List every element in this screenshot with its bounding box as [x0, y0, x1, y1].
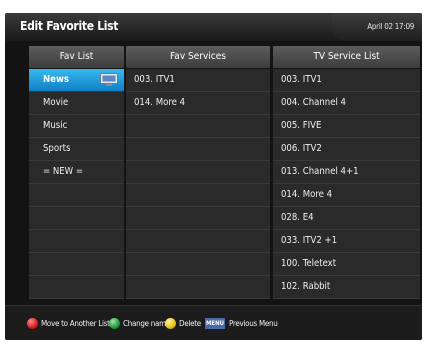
tv-service-item[interactable]: 003. ITV1	[273, 69, 420, 92]
red-button-label: Move to Another List	[41, 319, 110, 328]
tv-service-item[interactable]: 013. Channel 4+1	[273, 161, 420, 184]
fav-list-item-music[interactable]: Music	[29, 115, 124, 138]
green-button-icon	[109, 318, 120, 329]
fav-list-empty-row	[29, 230, 124, 253]
tv-service-item[interactable]: 014. More 4	[273, 184, 420, 207]
fav-service-empty-row	[126, 230, 270, 253]
clock-panel: April 02 17:09	[332, 13, 422, 41]
title-bar: Edit Favorite List April 02 17:09	[5, 13, 422, 41]
fav-service-item[interactable]: 014. More 4	[126, 92, 270, 115]
fav-list-header: Fav List	[29, 46, 124, 68]
fav-list-empty-row	[29, 253, 124, 276]
tv-service-item[interactable]: 033. ITV2 +1	[273, 230, 420, 253]
key-help-bar: Move to Another List Change name Delete …	[5, 305, 422, 340]
tv-service-list-rows: 003. ITV1 004. Channel 4 005. FIVE 006. …	[273, 69, 420, 299]
fav-services-rows: 003. ITV1 014. More 4	[126, 69, 270, 299]
edit-favorite-list-screen: Edit Favorite List April 02 17:09 Fav Li…	[5, 13, 422, 340]
yellow-button-label: Delete	[179, 319, 201, 328]
green-button-label: Change name	[123, 319, 170, 328]
tv-service-list-column: TV Service List 003. ITV1 004. Channel 4…	[273, 46, 420, 299]
fav-services-column: Fav Services 003. ITV1 014. More 4	[126, 46, 270, 299]
clock-datetime: April 02 17:09	[367, 22, 414, 31]
fav-service-empty-row	[126, 138, 270, 161]
fav-list-item-new[interactable]: = NEW =	[29, 161, 124, 184]
yellow-button-icon	[165, 318, 176, 329]
fav-list-item-movie[interactable]: Movie	[29, 92, 124, 115]
fav-service-empty-row	[126, 276, 270, 299]
fav-service-empty-row	[126, 115, 270, 138]
red-button-icon	[27, 318, 38, 329]
fav-service-item[interactable]: 003. ITV1	[126, 69, 270, 92]
page-title: Edit Favorite List	[20, 19, 119, 33]
fav-list-empty-row	[29, 184, 124, 207]
fav-list-item-label: News	[43, 74, 69, 85]
tv-service-item[interactable]: 100. Teletext	[273, 253, 420, 276]
fav-service-empty-row	[126, 207, 270, 230]
fav-list-column: Fav List News Movie Music Sports = NEW =	[29, 46, 124, 299]
tv-service-item[interactable]: 028. E4	[273, 207, 420, 230]
tv-icon	[100, 73, 118, 86]
menu-key-label: Previous Menu	[229, 319, 278, 328]
fav-list-empty-row	[29, 276, 124, 299]
fav-service-empty-row	[126, 161, 270, 184]
fav-services-header: Fav Services	[126, 46, 270, 68]
menu-key-icon: MENU	[205, 318, 225, 329]
fav-list-rows: News Movie Music Sports = NEW =	[29, 69, 124, 299]
fav-list-item-news[interactable]: News	[29, 69, 124, 92]
tv-service-item[interactable]: 004. Channel 4	[273, 92, 420, 115]
tv-service-item[interactable]: 006. ITV2	[273, 138, 420, 161]
tv-service-item[interactable]: 102. Rabbit	[273, 276, 420, 299]
tv-service-list-header: TV Service List	[273, 46, 420, 68]
fav-service-empty-row	[126, 253, 270, 276]
fav-list-item-sports[interactable]: Sports	[29, 138, 124, 161]
fav-service-empty-row	[126, 184, 270, 207]
fav-list-empty-row	[29, 207, 124, 230]
tv-service-item[interactable]: 005. FIVE	[273, 115, 420, 138]
